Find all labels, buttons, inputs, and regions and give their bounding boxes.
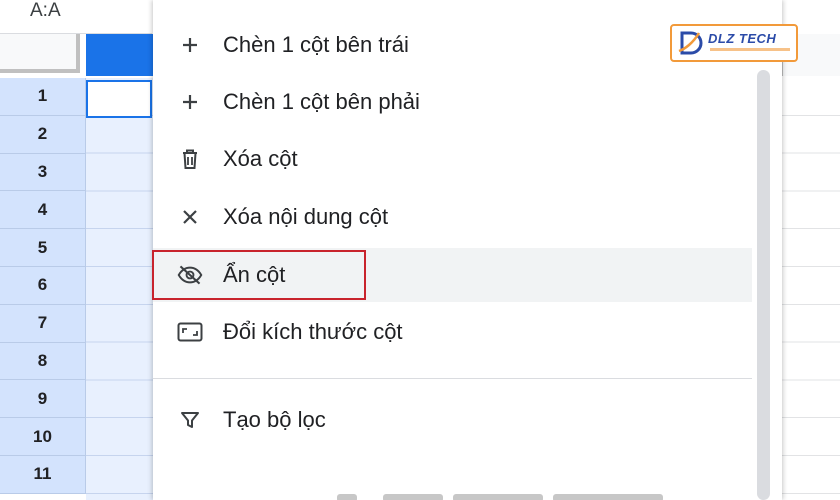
row-header[interactable]: 7	[0, 304, 86, 343]
dlz-tech-logo: DLZ TECH	[670, 24, 798, 62]
menu-item-label: Tạo bộ lọc	[223, 407, 326, 432]
row-header[interactable]: 10	[0, 418, 86, 456]
logo-mark-icon	[678, 31, 703, 55]
row-header[interactable]: 11	[0, 455, 86, 494]
column-header-a-selected[interactable]	[86, 34, 154, 76]
menu-item-resize-column[interactable]: Đổi kích thước cột	[153, 305, 752, 359]
menu-item-insert-left[interactable]: Chèn 1 cột bên trái	[153, 18, 752, 72]
menu-item-delete-column[interactable]: Xóa cột	[153, 132, 752, 186]
right-column-cells[interactable]	[782, 78, 840, 500]
menu-scrollbar[interactable]	[757, 70, 770, 500]
plus-icon	[177, 32, 203, 58]
menu-divider	[153, 378, 752, 379]
close-icon	[177, 204, 203, 230]
logo-text: DLZ TECH	[708, 31, 777, 46]
row-header[interactable]: 1	[0, 78, 86, 116]
filter-icon	[177, 407, 203, 433]
logo-tagline-bar	[710, 48, 790, 51]
active-cell-a1[interactable]	[86, 80, 152, 118]
select-all-corner[interactable]	[0, 34, 80, 73]
menu-item-create-filter[interactable]: Tạo bộ lọc	[153, 393, 752, 447]
menu-item-label: Xóa cột	[223, 146, 298, 171]
row-header[interactable]: 9	[0, 380, 86, 419]
row-header[interactable]: 4	[0, 191, 86, 230]
menu-item-partial	[313, 488, 743, 500]
row-header[interactable]: 6	[0, 266, 86, 305]
name-box[interactable]: A:A	[0, 0, 152, 34]
row-header[interactable]: 5	[0, 229, 86, 267]
trash-icon	[177, 146, 203, 172]
menu-item-label: Chèn 1 cột bên phải	[223, 89, 420, 114]
row-headers: 1 2 3 4 5 6 7 8 9 10 11	[0, 78, 86, 494]
menu-item-label: Chèn 1 cột bên trái	[223, 32, 409, 57]
menu-item-insert-right[interactable]: Chèn 1 cột bên phải	[153, 75, 752, 129]
column-a-cells[interactable]	[86, 78, 154, 500]
menu-item-label: Đổi kích thước cột	[223, 319, 403, 344]
row-header[interactable]: 2	[0, 115, 86, 154]
name-box-value: A:A	[30, 0, 61, 21]
menu-item-label: Xóa nội dung cột	[223, 204, 389, 229]
plus-icon	[177, 89, 203, 115]
row-header[interactable]: 3	[0, 153, 86, 192]
row-header[interactable]: 8	[0, 342, 86, 381]
highlight-annotation	[152, 250, 366, 300]
resize-icon	[177, 319, 203, 345]
menu-item-clear-column[interactable]: Xóa nội dung cột	[153, 190, 752, 244]
